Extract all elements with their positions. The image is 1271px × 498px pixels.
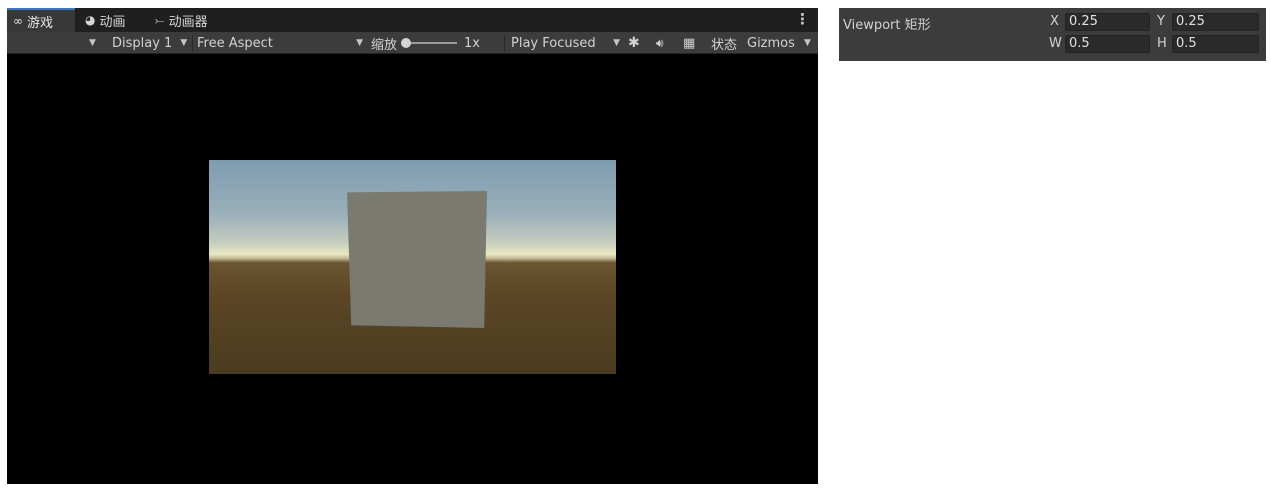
zoom-slider-handle[interactable] [401,38,411,48]
tab-animator-label: 动画器 [168,14,208,30]
bug-icon[interactable]: ✱ [628,32,640,54]
y-field[interactable]: 0.25 [1172,13,1259,31]
chevron-down-icon: ▼ [804,38,811,48]
gamepad-icon: ∞ [13,14,23,28]
h-field[interactable]: 0.5 [1172,35,1259,53]
cube-object [347,191,487,328]
tab-animation[interactable]: ◕ 动画 [79,8,132,32]
display-dropdown[interactable]: Display 1 ▼ [112,32,187,54]
keyboard-icon[interactable]: ▦ [683,32,695,54]
y-label: Y [1157,14,1165,29]
chevron-down-icon: ▼ [89,38,96,48]
w-label: W [1049,36,1062,51]
x-label: X [1050,14,1059,29]
zoom-value: 1x [464,35,480,51]
viewport-rect-label: Viewport 矩形 [843,18,931,33]
w-field[interactable]: 0.5 [1065,35,1150,53]
tab-game-label: 游戏 [27,15,54,31]
zoom-label: 缩放 [371,37,398,53]
play-mode-dropdown[interactable]: Play Focused ▼ [511,32,620,54]
tab-bar: ∞ 游戏 ◕ 动画 ⤚ 动画器 ⋮ [7,8,818,32]
audio-mute-icon[interactable]: 🔊︎ [656,32,664,54]
stats-button[interactable]: 状态 [711,32,737,54]
game-view[interactable] [7,55,818,484]
chevron-down-icon: ▼ [180,38,188,48]
chevron-down-icon: ▼ [356,38,363,48]
viewport-rect-panel: Viewport 矩形 X 0.25 Y 0.25 W 0.5 H 0.5 [839,8,1266,61]
h-label: H [1157,36,1167,51]
tab-animator[interactable]: ⤚ 动画器 [149,8,214,32]
x-field[interactable]: 0.25 [1065,13,1150,31]
tab-game[interactable]: ∞ 游戏 [7,8,75,32]
game-toolbar: ▼ Display 1 ▼ Free Aspect ▼ 缩放 1x Play F… [7,32,818,54]
display-label: Display 1 [112,35,173,51]
aspect-label: Free Aspect [197,35,273,51]
more-options-icon[interactable]: ⋮ [795,10,810,28]
gizmos-button[interactable]: Gizmos [747,32,795,54]
aspect-dropdown[interactable]: Free Aspect ▼ [197,32,363,54]
clock-icon: ◕ [85,13,96,27]
chevron-down-icon: ▼ [613,38,620,48]
game-view-dropdown[interactable]: ▼ [89,32,96,54]
animator-icon: ⤚ [155,12,165,27]
play-mode-label: Play Focused [511,35,596,51]
game-window: ∞ 游戏 ◕ 动画 ⤚ 动画器 ⋮ ▼ Display 1 ▼ Free Asp… [7,8,818,484]
camera-viewport [209,160,616,374]
tab-animation-label: 动画 [99,14,126,30]
toolbar-divider [192,35,193,51]
toolbar-divider [504,35,505,51]
zoom-slider-track[interactable] [407,42,457,44]
gizmos-dropdown[interactable]: ▼ [804,32,811,54]
